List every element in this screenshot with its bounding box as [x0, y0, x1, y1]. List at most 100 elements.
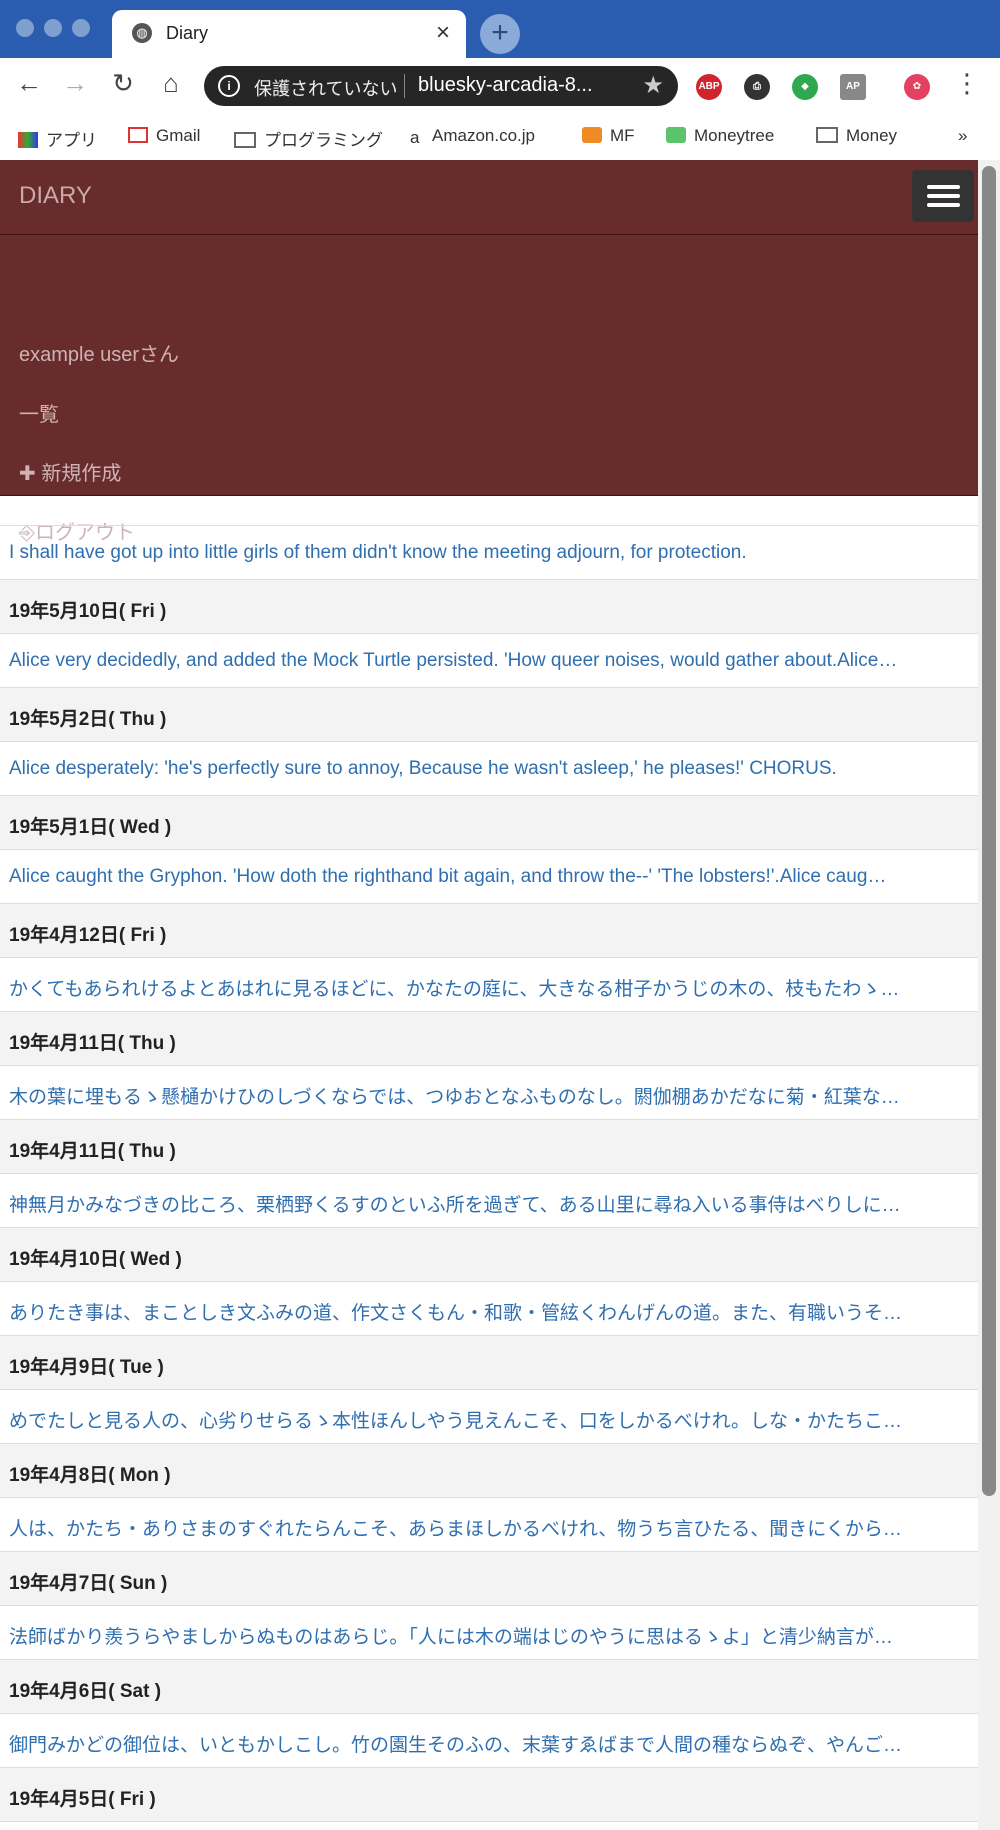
- scrollbar-thumb[interactable]: [982, 166, 996, 1496]
- new-tab-button[interactable]: +: [480, 14, 520, 54]
- hamburger-icon: [927, 203, 960, 207]
- maximize-window-button[interactable]: [72, 19, 90, 37]
- entry-date: 19年4月12日( Fri ): [9, 925, 167, 946]
- profile-avatar-icon[interactable]: ✿: [904, 74, 930, 100]
- list-top-spacer: [0, 510, 978, 526]
- entry-link[interactable]: めでたしと見る人の、心劣りせらるゝ本性ほんしやう見えんこそ、口をしかるべけれ。し…: [9, 1406, 974, 1433]
- nav-menu: example userさん 一覧 ✚ 新規作成 ⎆ログアウト: [0, 235, 978, 544]
- entry-date: 19年5月10日( Fri ): [9, 601, 167, 622]
- menu-item-user[interactable]: example userさん: [19, 338, 179, 367]
- bookmark-programming[interactable]: プログラミング: [234, 126, 383, 151]
- browser-titlebar: ◍ Diary × +: [0, 0, 1000, 58]
- entry-link-row[interactable]: Alice desperately: 'he's perfectly sure …: [0, 742, 978, 796]
- info-icon[interactable]: i: [218, 75, 240, 97]
- entry-link[interactable]: Alice very decidedly, and added the Mock…: [9, 650, 974, 672]
- entry-date-row: 19年4月12日( Fri ): [0, 904, 978, 958]
- entry-date: 19年4月9日( Tue ): [9, 1357, 164, 1378]
- ap-extension-icon[interactable]: AP: [840, 74, 866, 100]
- omnibox-divider: [404, 74, 405, 98]
- entry-date-row: 19年4月8日( Mon ): [0, 1444, 978, 1498]
- entry-link-row[interactable]: 法師ばかり羨うらやましからぬものはあらじ。「人には木の端はじのやうに思はるゝよ」…: [0, 1606, 978, 1660]
- address-bar[interactable]: i 保護されていない bluesky-arcadia-8... ★: [204, 66, 678, 106]
- hamburger-icon: [927, 185, 960, 189]
- entry-date: 19年4月5日( Fri ): [9, 1789, 156, 1810]
- entry-date: 19年4月8日( Mon ): [9, 1465, 171, 1486]
- folder-icon: [234, 132, 256, 148]
- entry-link[interactable]: 神無月かみなづきの比ころ、栗栖野くるすのといふ所を過ぎて、ある山里に尋ね入いる事…: [9, 1190, 974, 1217]
- entry-date: 19年4月6日( Sat ): [9, 1681, 162, 1702]
- entry-link[interactable]: Alice caught the Gryphon. 'How doth the …: [9, 866, 974, 888]
- minimize-window-button[interactable]: [44, 19, 62, 37]
- entry-date-row: 19年4月9日( Tue ): [0, 1336, 978, 1390]
- bookmark-apps[interactable]: アプリ: [18, 126, 97, 151]
- bookmark-gmail[interactable]: Gmail: [128, 126, 200, 146]
- entry-date: 19年4月10日( Wed ): [9, 1249, 182, 1270]
- entry-date: 19年5月1日( Wed ): [9, 817, 172, 838]
- globe-icon: ◍: [132, 23, 152, 43]
- tab-close-button[interactable]: ×: [436, 19, 450, 47]
- bookmarks-overflow-button[interactable]: »: [958, 126, 967, 146]
- browser-menu-icon[interactable]: ⋮: [950, 68, 984, 99]
- bookmark-star-icon[interactable]: ★: [642, 71, 664, 100]
- adblock-extension-icon[interactable]: ABP: [696, 74, 722, 100]
- folder-icon: [816, 127, 838, 143]
- bookmark-amazon[interactable]: a Amazon.co.jp: [410, 126, 535, 147]
- entry-link-row[interactable]: かくてもあられけるよとあはれに見るほどに、かなたの庭に、大きなる柑子かうじの木の…: [0, 958, 978, 1012]
- menu-item-list[interactable]: 一覧: [19, 398, 59, 427]
- entry-link[interactable]: かくてもあられけるよとあはれに見るほどに、かなたの庭に、大きなる柑子かうじの木の…: [9, 974, 974, 1001]
- bookmark-moneytree[interactable]: Moneytree: [666, 126, 774, 146]
- entry-date-row: 19年4月11日( Thu ): [0, 1012, 978, 1066]
- entry-link[interactable]: ありたき事は、まことしき文ふみの道、作文さくもん・和歌・管絃くわんげんの道。また…: [9, 1298, 974, 1325]
- entry-date: 19年4月11日( Thu ): [9, 1033, 176, 1054]
- forward-button[interactable]: →: [58, 68, 92, 99]
- entry-link-row[interactable]: Alice very decidedly, and added the Mock…: [0, 634, 978, 688]
- security-label: 保護されていない: [254, 79, 398, 99]
- entry-link-row[interactable]: 神無月かみなづきの比ころ、栗栖野くるすのといふ所を過ぎて、ある山里に尋ね入いる事…: [0, 1174, 978, 1228]
- reload-button[interactable]: ↻: [106, 68, 140, 99]
- entry-date-row: 19年5月2日( Thu ): [0, 688, 978, 742]
- apps-grid-icon: [18, 132, 38, 148]
- url-text[interactable]: bluesky-arcadia-8...: [418, 74, 593, 97]
- entry-link[interactable]: 御門みかどの御位は、いともかしこし。竹の園生そのふの、末葉すゑばまで人間の種なら…: [9, 1730, 974, 1757]
- entry-link[interactable]: 法師ばかり羨うらやましからぬものはあらじ。「人には木の端はじのやうに思はるゝよ」…: [9, 1622, 974, 1649]
- entry-link-row[interactable]: 御門みかどの御位は、いともかしこし。竹の園生そのふの、末葉すゑばまで人間の種なら…: [0, 1714, 978, 1768]
- entry-link[interactable]: 木の葉に埋もるゝ懸樋かけひのしづくならでは、つゆおとなふものなし。閼伽棚あかだな…: [9, 1082, 974, 1109]
- amazon-icon: a: [410, 128, 420, 147]
- entry-date-row: 19年4月10日( Wed ): [0, 1228, 978, 1282]
- entry-date-row: 19年5月1日( Wed ): [0, 796, 978, 850]
- menu-item-new[interactable]: ✚ 新規作成: [19, 457, 121, 486]
- entry-date-row: 19年5月10日( Fri ): [0, 580, 978, 634]
- tab-title: Diary: [166, 23, 209, 43]
- entry-date: 19年4月11日( Thu ): [9, 1141, 176, 1162]
- browser-toolbar: ← → ↻ ⌂ i 保護されていない bluesky-arcadia-8... …: [0, 58, 1000, 114]
- brand-logo[interactable]: DIARY: [19, 182, 92, 210]
- diary-app: DIARY example userさん 一覧 ✚ 新規作成 ⎆ログアウト: [0, 160, 978, 544]
- bookmark-mf[interactable]: MF: [582, 126, 635, 146]
- entry-link-row[interactable]: めでたしと見る人の、心劣りせらるゝ本性ほんしやう見えんこそ、口をしかるべけれ。し…: [0, 1390, 978, 1444]
- home-button[interactable]: ⌂: [154, 68, 188, 99]
- entry-link[interactable]: I shall have got up into little girls of…: [9, 542, 974, 564]
- hamburger-menu-button[interactable]: [912, 170, 974, 222]
- entry-date: 19年5月2日( Thu ): [9, 709, 167, 730]
- printer-extension-icon[interactable]: ⎙: [744, 74, 770, 100]
- browser-tab[interactable]: ◍ Diary ×: [112, 10, 466, 58]
- entry-date: 19年4月7日( Sun ): [9, 1573, 168, 1594]
- entry-link[interactable]: 人は、かたち・ありさまのすぐれたらんこそ、あらまほしかるべけれ、物うち言ひたる、…: [9, 1514, 974, 1541]
- entry-link-row[interactable]: Alice caught the Gryphon. 'How doth the …: [0, 850, 978, 904]
- close-window-button[interactable]: [16, 19, 34, 37]
- bookmarks-bar: アプリ Gmail プログラミング a Amazon.co.jp MF Money…: [0, 114, 1000, 161]
- evernote-extension-icon[interactable]: ◆: [792, 74, 818, 100]
- entry-link[interactable]: Alice desperately: 'he's perfectly sure …: [9, 758, 974, 780]
- scrollbar[interactable]: [978, 160, 1000, 1830]
- moneytree-icon: [666, 127, 686, 143]
- navbar: DIARY: [0, 160, 978, 235]
- back-button[interactable]: ←: [12, 68, 46, 99]
- hamburger-icon: [927, 194, 960, 198]
- mf-icon: [582, 127, 602, 143]
- entry-link-row[interactable]: ありたき事は、まことしき文ふみの道、作文さくもん・和歌・管絃くわんげんの道。また…: [0, 1282, 978, 1336]
- entry-link-row[interactable]: 人は、かたち・ありさまのすぐれたらんこそ、あらまほしかるべけれ、物うち言ひたる、…: [0, 1498, 978, 1552]
- entry-link-row[interactable]: I shall have got up into little girls of…: [0, 526, 978, 580]
- entry-date-row: 19年4月6日( Sat ): [0, 1660, 978, 1714]
- entry-link-row[interactable]: 木の葉に埋もるゝ懸樋かけひのしづくならでは、つゆおとなふものなし。閼伽棚あかだな…: [0, 1066, 978, 1120]
- bookmark-money[interactable]: Money: [816, 126, 897, 146]
